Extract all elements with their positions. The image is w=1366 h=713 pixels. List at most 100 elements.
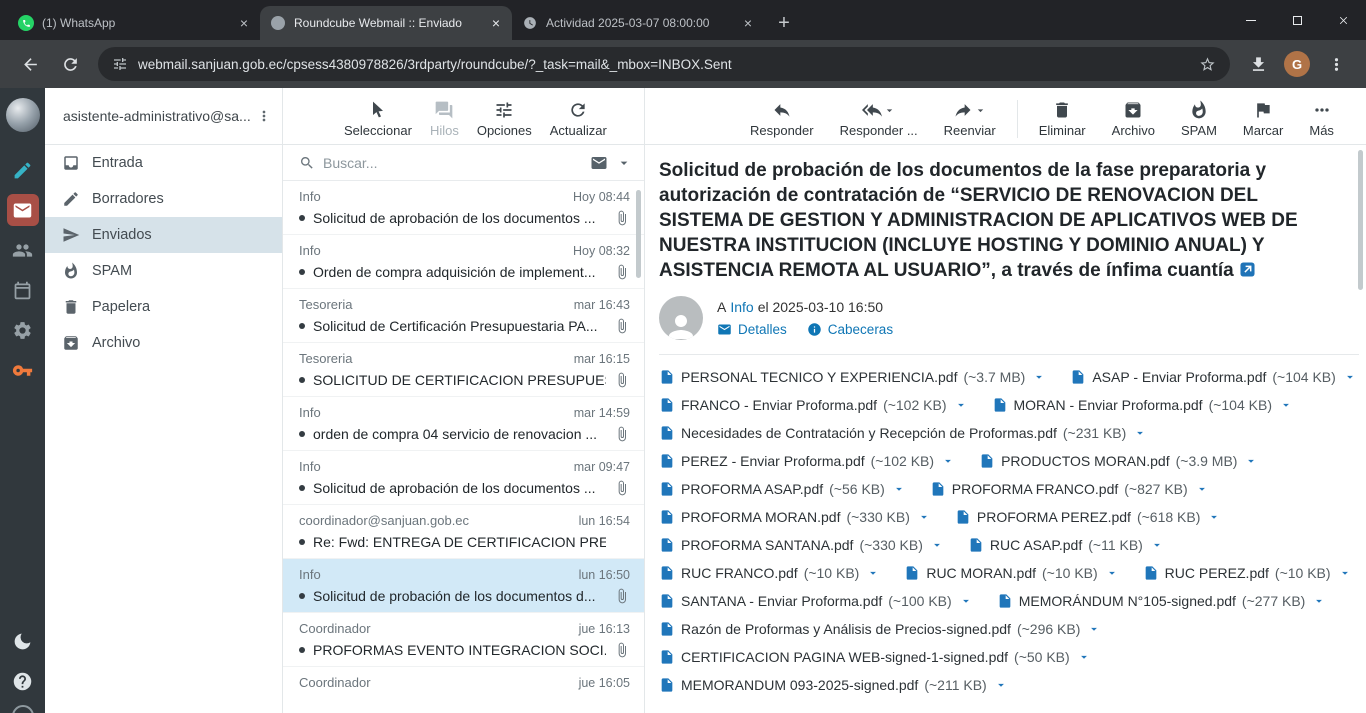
site-settings-icon[interactable] [112, 56, 128, 72]
attachment-dropdown-icon[interactable] [1087, 622, 1101, 636]
msg-toolbar-marcar[interactable]: Marcar [1230, 95, 1296, 143]
bookmark-star-icon[interactable] [1199, 56, 1216, 73]
message-row[interactable]: Tesoreria mar 16:43 Solicitud de Certifi… [283, 289, 644, 343]
tab-whatsapp[interactable]: (1) WhatsApp × [8, 6, 260, 40]
tab-roundcube[interactable]: Roundcube Webmail :: Enviado × [260, 6, 512, 40]
address-bar[interactable]: webmail.sanjuan.gob.ec/cpsess4380978826/… [98, 47, 1230, 81]
list-toolbar-seleccionar[interactable]: Seleccionar [335, 95, 421, 143]
list-scrollbar[interactable] [636, 190, 641, 278]
message-row[interactable]: Tesoreria mar 16:15 SOLICITUD DE CERTIFI… [283, 343, 644, 397]
folder-archivo[interactable]: Archivo [45, 325, 282, 361]
tab-close-icon[interactable]: × [740, 15, 756, 31]
browser-menu-button[interactable] [1320, 48, 1352, 80]
attachment-dropdown-icon[interactable] [1133, 426, 1147, 440]
tab-actividad[interactable]: Actividad 2025-03-07 08:00:00 × [512, 6, 764, 40]
attachment-chip[interactable]: MORAN - Enviar Proforma.pdf (~104 KB) [992, 391, 1294, 419]
maximize-button[interactable] [1274, 0, 1320, 40]
attachment-dropdown-icon[interactable] [941, 454, 955, 468]
message-row[interactable]: Info mar 09:47 Solicitud de aprobación d… [283, 451, 644, 505]
attachment-dropdown-icon[interactable] [1338, 566, 1352, 580]
chevron-down-icon[interactable] [883, 104, 896, 117]
attachment-dropdown-icon[interactable] [917, 510, 931, 524]
attachment-chip[interactable]: Razón de Proformas y Análisis de Precios… [659, 615, 1101, 643]
attachment-chip[interactable]: RUC ASAP.pdf (~11 KB) [968, 531, 1164, 559]
attachment-dropdown-icon[interactable] [1279, 398, 1293, 412]
taskmenu-calendar-icon[interactable] [7, 274, 39, 306]
taskmenu-dark-mode-icon[interactable] [7, 625, 39, 657]
message-row[interactable]: Info mar 14:59 orden de compra 04 servic… [283, 397, 644, 451]
message-row[interactable]: Info Hoy 08:44 Solicitud de aprobación d… [283, 181, 644, 235]
attachment-chip[interactable]: Necesidades de Contratación y Recepción … [659, 419, 1147, 447]
attachment-dropdown-icon[interactable] [1105, 566, 1119, 580]
message-row[interactable]: Coordinador jue 16:13 PROFORMAS EVENTO I… [283, 613, 644, 667]
message-row[interactable]: coordinador@sanjuan.gob.ec lun 16:54 Re:… [283, 505, 644, 559]
folder-spam[interactable]: SPAM [45, 253, 282, 289]
message-row[interactable]: Coordinador jue 16:05 [283, 667, 644, 713]
attachment-dropdown-icon[interactable] [994, 678, 1008, 692]
attachment-chip[interactable]: SANTANA - Enviar Proforma.pdf (~100 KB) [659, 587, 973, 615]
attachment-chip[interactable]: CERTIFICACION PAGINA WEB-signed-1-signed… [659, 643, 1091, 671]
content-scrollbar[interactable] [1358, 150, 1363, 290]
attachment-chip[interactable]: PROFORMA ASAP.pdf (~56 KB) [659, 475, 906, 503]
attachment-chip[interactable]: PROFORMA PEREZ.pdf (~618 KB) [955, 503, 1221, 531]
msg-toolbar-spam[interactable]: SPAM [1168, 95, 1230, 143]
attachment-dropdown-icon[interactable] [954, 398, 968, 412]
tab-close-icon[interactable]: × [236, 15, 252, 31]
search-scope-mail-icon[interactable] [590, 154, 608, 172]
attachment-dropdown-icon[interactable] [1077, 650, 1091, 664]
attachment-chip[interactable]: PROFORMA SANTANA.pdf (~330 KB) [659, 531, 944, 559]
chevron-down-icon[interactable] [974, 104, 987, 117]
attachment-dropdown-icon[interactable] [892, 482, 906, 496]
close-button[interactable] [1320, 0, 1366, 40]
account-menu-button[interactable] [252, 104, 276, 128]
attachment-dropdown-icon[interactable] [1207, 510, 1221, 524]
msg-toolbar-responder[interactable]: Responder [737, 95, 827, 143]
taskmenu-contacts-icon[interactable] [7, 234, 39, 266]
downloads-button[interactable] [1242, 48, 1274, 80]
attachment-chip[interactable]: RUC MORAN.pdf (~10 KB) [904, 559, 1118, 587]
new-tab-button[interactable]: + [770, 9, 798, 37]
attachment-dropdown-icon[interactable] [866, 566, 880, 580]
external-link-icon[interactable] [1240, 262, 1255, 277]
list-toolbar-hilos[interactable]: Hilos [421, 95, 468, 143]
attachment-dropdown-icon[interactable] [959, 594, 973, 608]
taskmenu-settings-icon[interactable] [7, 314, 39, 346]
attachment-dropdown-icon[interactable] [1343, 370, 1357, 384]
folder-enviados[interactable]: Enviados [45, 217, 282, 253]
attachment-chip[interactable]: ASAP - Enviar Proforma.pdf (~104 KB) [1070, 363, 1356, 391]
attachment-dropdown-icon[interactable] [930, 538, 944, 552]
msg-toolbar-mas[interactable]: Más [1296, 95, 1347, 143]
attachment-chip[interactable]: RUC PEREZ.pdf (~10 KB) [1143, 559, 1352, 587]
headers-link[interactable]: Cabeceras [807, 322, 893, 337]
attachment-chip[interactable]: PRODUCTOS MORAN.pdf (~3.9 MB) [979, 447, 1258, 475]
recipient-link[interactable]: Info [730, 299, 753, 315]
search-input[interactable] [323, 155, 582, 171]
minimize-button[interactable] [1228, 0, 1274, 40]
msg-toolbar-responder[interactable]: Responder ... [827, 95, 931, 143]
reload-button[interactable] [54, 48, 86, 80]
taskmenu-mail-icon[interactable] [7, 194, 39, 226]
search-options-chevron-icon[interactable] [616, 155, 632, 171]
tab-close-icon[interactable]: × [488, 15, 504, 31]
taskmenu-compose-icon[interactable] [7, 154, 39, 186]
message-row[interactable]: Info Hoy 08:32 Orden de compra adquisici… [283, 235, 644, 289]
profile-avatar[interactable]: G [1284, 51, 1310, 77]
url-text[interactable]: webmail.sanjuan.gob.ec/cpsess4380978826/… [138, 57, 1189, 72]
attachment-chip[interactable]: MEMORÁNDUM N°105-signed.pdf (~277 KB) [997, 587, 1327, 615]
back-button[interactable] [14, 48, 46, 80]
attachment-dropdown-icon[interactable] [1312, 594, 1326, 608]
taskmenu-cpanel-icon[interactable] [7, 354, 39, 386]
msg-toolbar-reenviar[interactable]: Reenviar [931, 95, 1009, 143]
attachment-chip[interactable]: PEREZ - Enviar Proforma.pdf (~102 KB) [659, 447, 955, 475]
attachment-chip[interactable]: PROFORMA FRANCO.pdf (~827 KB) [930, 475, 1209, 503]
details-link[interactable]: Detalles [717, 322, 787, 337]
list-toolbar-actualizar[interactable]: Actualizar [541, 95, 616, 143]
attachment-chip[interactable]: FRANCO - Enviar Proforma.pdf (~102 KB) [659, 391, 968, 419]
msg-toolbar-archivo[interactable]: Archivo [1099, 95, 1168, 143]
attachment-dropdown-icon[interactable] [1244, 454, 1258, 468]
attachment-chip[interactable]: PROFORMA MORAN.pdf (~330 KB) [659, 503, 931, 531]
attachment-dropdown-icon[interactable] [1195, 482, 1209, 496]
attachment-dropdown-icon[interactable] [1150, 538, 1164, 552]
taskmenu-help-icon[interactable] [7, 665, 39, 697]
attachment-dropdown-icon[interactable] [1032, 370, 1046, 384]
